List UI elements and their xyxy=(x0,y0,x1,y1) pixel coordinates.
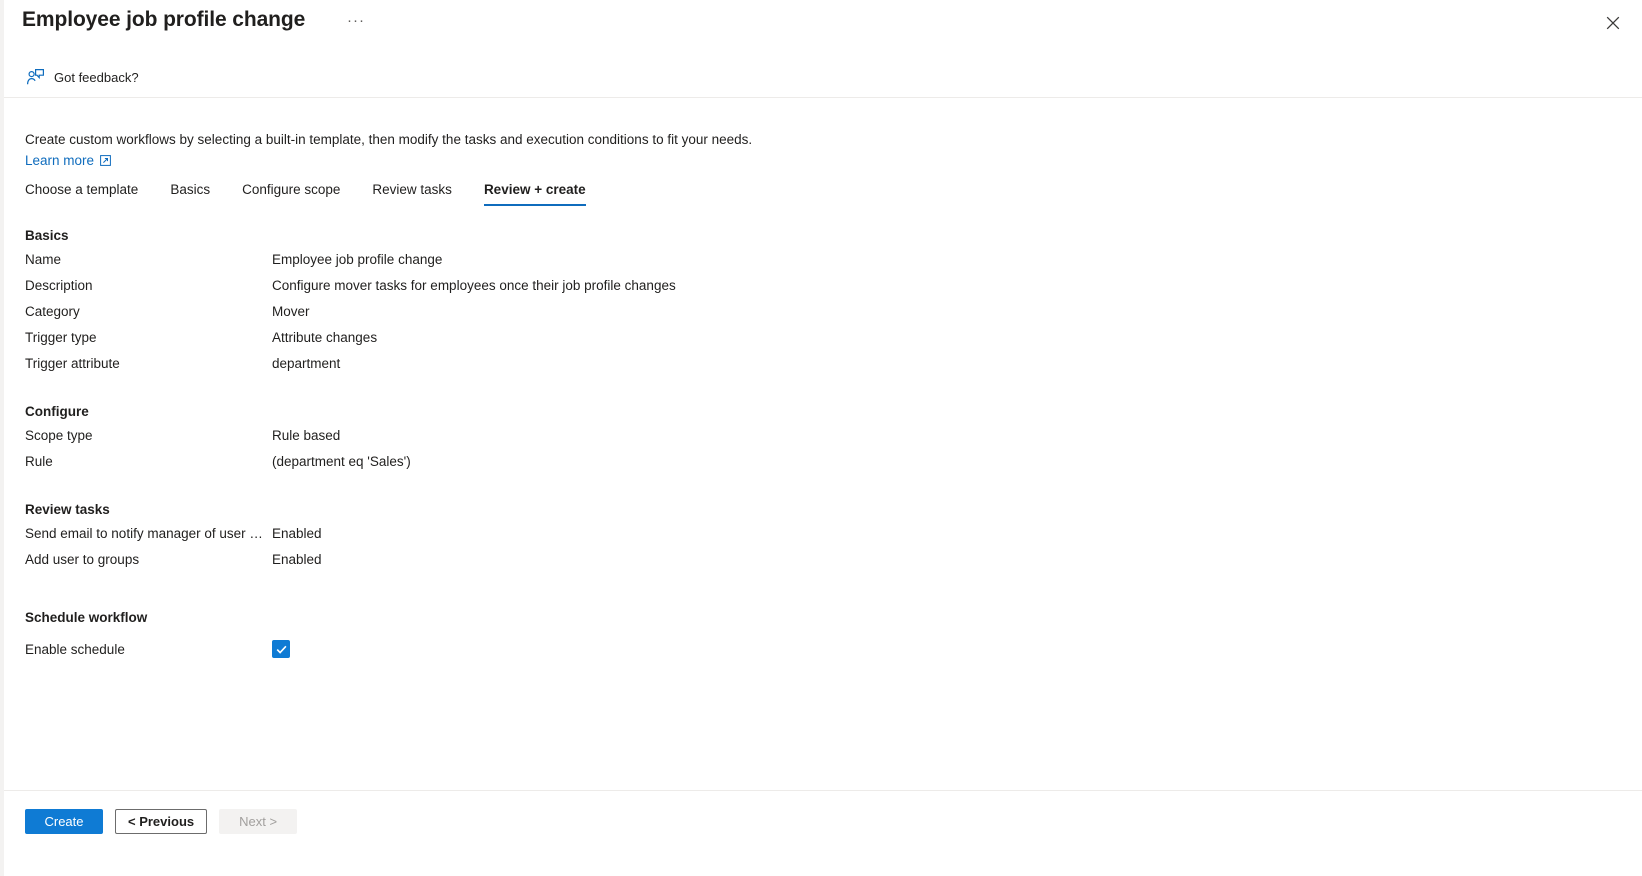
enable-schedule-checkbox[interactable] xyxy=(272,640,290,658)
summary-row-trigger-attribute: Trigger attribute department xyxy=(4,356,1604,382)
section-heading-schedule-workflow: Schedule workflow xyxy=(25,610,148,625)
tab-choose-a-template[interactable]: Choose a template xyxy=(25,182,138,206)
summary-label: Description xyxy=(25,278,93,293)
intro-block: Create custom workflows by selecting a b… xyxy=(25,130,1585,170)
create-button[interactable]: Create xyxy=(25,809,103,834)
summary-value: Configure mover tasks for employees once… xyxy=(272,278,676,293)
blade-title-row: Employee job profile change ··· xyxy=(4,0,1642,50)
summary-row-rule: Rule (department eq 'Sales') xyxy=(4,454,1604,480)
got-feedback-button[interactable]: Got feedback? xyxy=(26,64,139,90)
summary-value: (department eq 'Sales') xyxy=(272,454,411,469)
summary-label: Scope type xyxy=(25,428,93,443)
footer-buttons: Create < Previous Next > xyxy=(25,809,309,834)
summary-label: Trigger attribute xyxy=(25,356,120,371)
page-title: Employee job profile change xyxy=(22,8,306,31)
summary-value: Rule based xyxy=(272,428,341,443)
summary-row-add-user-to-groups-task: Add user to groups Enabled xyxy=(4,552,1604,578)
summary-value: Employee job profile change xyxy=(272,252,443,267)
tab-basics[interactable]: Basics xyxy=(170,182,210,206)
section-heading-review-tasks: Review tasks xyxy=(25,502,110,517)
command-bar: Got feedback? xyxy=(4,58,1642,98)
tab-review-tasks[interactable]: Review tasks xyxy=(372,182,452,206)
tab-configure-scope[interactable]: Configure scope xyxy=(242,182,340,206)
blade-footer: Create < Previous Next > xyxy=(4,790,1642,876)
summary-row-category: Category Mover xyxy=(4,304,1604,330)
external-link-icon xyxy=(100,155,111,166)
summary-value: department xyxy=(272,356,341,371)
summary-label: Category xyxy=(25,304,80,319)
summary-row-enable-schedule: Enable schedule xyxy=(4,634,1604,664)
summary-label: Send email to notify manager of user mo… xyxy=(25,526,272,541)
more-options-button[interactable]: ··· xyxy=(345,13,367,35)
enable-schedule-label: Enable schedule xyxy=(25,641,125,657)
intro-description: Create custom workflows by selecting a b… xyxy=(25,132,753,147)
summary-value: Attribute changes xyxy=(272,330,378,345)
previous-button[interactable]: < Previous xyxy=(115,809,208,834)
summary-value: Enabled xyxy=(272,526,322,541)
section-heading-configure: Configure xyxy=(25,404,89,419)
summary-value: Enabled xyxy=(272,552,322,567)
next-button: Next > xyxy=(219,809,298,834)
person-feedback-icon xyxy=(26,68,45,87)
summary-row-name: Name Employee job profile change xyxy=(4,252,1604,278)
tab-review-create[interactable]: Review + create xyxy=(483,182,586,206)
section-heading-basics: Basics xyxy=(25,228,69,243)
summary-row-description: Description Configure mover tasks for em… xyxy=(4,278,1604,304)
summary-label: Add user to groups xyxy=(25,552,140,567)
got-feedback-label: Got feedback? xyxy=(54,69,139,85)
summary-row-trigger-type: Trigger type Attribute changes xyxy=(4,330,1604,356)
summary-row-send-email-task: Send email to notify manager of user mo…… xyxy=(4,526,1604,552)
summary-label: Rule xyxy=(25,454,53,469)
wizard-tabs: Choose a template Basics Configure scope… xyxy=(25,182,586,212)
learn-more-link[interactable]: Learn more xyxy=(25,151,111,170)
summary-label: Trigger type xyxy=(25,330,97,345)
summary-row-scope-type: Scope type Rule based xyxy=(4,428,1604,454)
close-icon[interactable] xyxy=(1602,12,1624,34)
review-summary: Basics Name Employee job profile change … xyxy=(4,228,1604,664)
summary-value: Mover xyxy=(272,304,310,319)
summary-label: Name xyxy=(25,252,62,267)
learn-more-label: Learn more xyxy=(25,153,95,168)
blade-panel: Employee job profile change ··· Got feed… xyxy=(0,0,1642,876)
